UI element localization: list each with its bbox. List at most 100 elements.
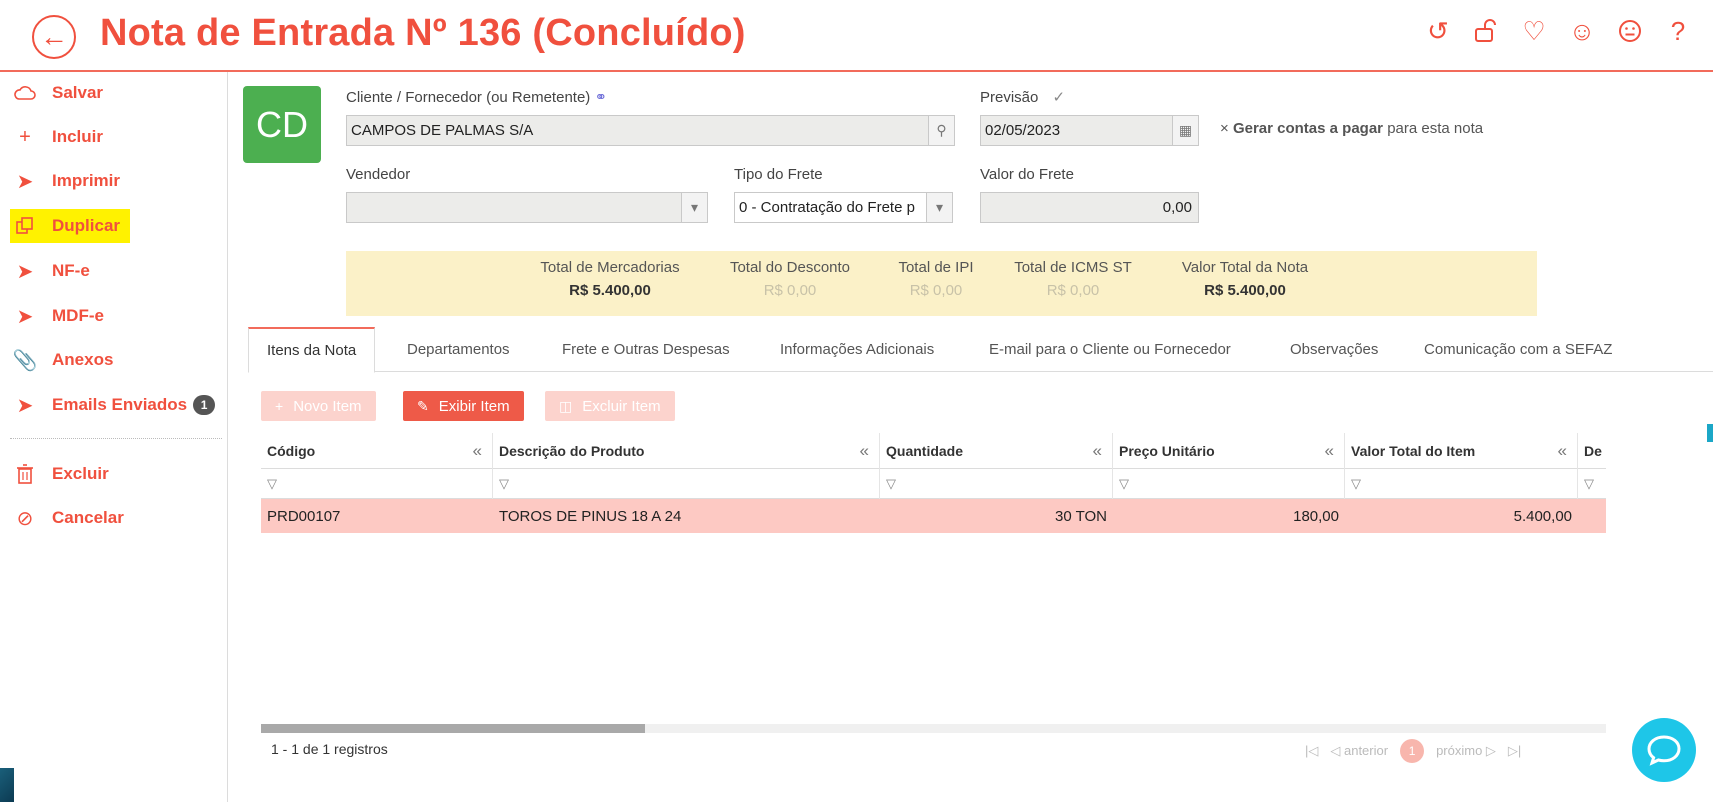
collapse-icon[interactable]: « <box>1325 441 1334 461</box>
cell-descricao: TOROS DE PINUS 18 A 24 <box>499 507 682 525</box>
tab-departamentos[interactable]: Departamentos <box>407 327 510 372</box>
paperclip-icon: 📎 <box>12 349 38 372</box>
plus-icon: + <box>19 125 31 148</box>
previous-page-link[interactable]: ◁ anterior <box>1330 743 1388 759</box>
totals-panel: Total de Mercadorias R$ 5.400,00 Total d… <box>346 251 1537 316</box>
valor-frete-label: Valor do Frete <box>980 166 1074 183</box>
total-mercadorias: Total de Mercadorias R$ 5.400,00 <box>540 259 680 299</box>
tab-bar: Itens da Nota Departamentos Frete e Outr… <box>248 327 1713 373</box>
send-icon: ➤ <box>16 305 34 328</box>
chat-button[interactable] <box>1632 718 1696 782</box>
first-page-icon[interactable]: |◁ <box>1305 743 1318 759</box>
filter-icon[interactable]: ▽ <box>1345 469 1578 499</box>
collapse-icon[interactable]: « <box>860 441 869 461</box>
help-icon[interactable]: ? <box>1663 14 1693 48</box>
tab-informacoes-adicionais[interactable]: Informações Adicionais <box>780 327 934 372</box>
tipo-frete-select[interactable]: 0 - Contratação do Frete p ▾ <box>734 192 953 223</box>
send-icon: ➤ <box>16 260 34 283</box>
sidebar-item-emails-enviados[interactable]: ➤ Emails Enviados 1 <box>10 388 216 422</box>
tab-email[interactable]: E-mail para o Cliente ou Fornecedor <box>989 327 1231 372</box>
sidebar-item-incluir[interactable]: + Incluir <box>10 120 103 154</box>
filter-icon[interactable]: ▽ <box>261 469 493 499</box>
filter-icon[interactable]: ▽ <box>1113 469 1345 499</box>
scrollbar-thumb[interactable] <box>261 724 645 733</box>
collapse-icon[interactable]: « <box>1558 441 1567 461</box>
cliente-input[interactable]: CAMPOS DE PALMAS S/A ⚲ <box>346 115 955 146</box>
collapse-icon[interactable]: « <box>1093 441 1102 461</box>
exibir-item-button[interactable]: ✎ Exibir Item <box>403 391 524 421</box>
chevron-down-icon[interactable]: ▾ <box>681 193 707 222</box>
gerar-contas-link[interactable]: × Gerar contas a pagar para esta nota <box>1220 120 1483 137</box>
sidebar-item-cancelar[interactable]: ⊘ Cancelar <box>10 501 124 535</box>
search-icon[interactable]: ⚲ <box>928 116 954 145</box>
grid-header: Código « Descrição do Produto « Quantida… <box>261 433 1606 469</box>
sidebar: Salvar + Incluir ➤ Imprimir Duplicar ➤ N… <box>0 72 228 802</box>
back-arrow-icon[interactable]: ← <box>32 15 76 59</box>
tab-itens-da-nota[interactable]: Itens da Nota <box>248 327 376 373</box>
sidebar-item-mdfe[interactable]: ➤ MDF-e <box>10 299 104 333</box>
novo-item-button[interactable]: + Novo Item <box>261 391 376 421</box>
tab-frete-outras-despesas[interactable]: Frete e Outras Despesas <box>562 327 730 372</box>
last-page-icon[interactable]: ▷| <box>1508 743 1521 759</box>
previsao-label: Previsão ✓ <box>980 89 1066 106</box>
smile-icon[interactable]: ☺ <box>1567 14 1597 48</box>
cloud-icon <box>10 85 40 101</box>
pagination: |◁ ◁ anterior 1 próximo ▷ ▷| <box>1305 739 1521 763</box>
total-desconto: Total do Desconto R$ 0,00 <box>729 259 851 299</box>
tab-observacoes[interactable]: Observações <box>1290 327 1378 372</box>
cell-quantidade: 30 TON <box>1055 507 1107 525</box>
avatar: CD <box>243 86 321 163</box>
calendar-icon[interactable]: ▦ <box>1172 116 1198 145</box>
filter-icon[interactable]: ▽ <box>880 469 1113 499</box>
next-page-link[interactable]: próximo ▷ <box>1436 743 1496 759</box>
sidebar-item-imprimir[interactable]: ➤ Imprimir <box>10 164 120 198</box>
tipo-frete-label: Tipo do Frete <box>734 166 823 183</box>
copy-icon <box>10 216 40 236</box>
sidebar-item-duplicar[interactable]: Duplicar <box>10 209 131 243</box>
heart-icon[interactable]: ♡ <box>1519 14 1549 48</box>
vendedor-select[interactable]: ▾ <box>346 192 708 223</box>
horizontal-scrollbar[interactable] <box>261 724 1606 733</box>
page-number[interactable]: 1 <box>1400 739 1425 763</box>
sidebar-item-salvar[interactable]: Salvar <box>10 76 103 110</box>
unlock-icon[interactable] <box>1471 14 1501 48</box>
vendedor-label: Vendedor <box>346 166 411 183</box>
column-header-preco-unitario[interactable]: Preço Unitário « <box>1113 433 1345 469</box>
previsao-date-input[interactable]: 02/05/2023 ▦ <box>980 115 1199 146</box>
filter-icon[interactable]: ▽ <box>1578 469 1606 499</box>
column-header-desconto[interactable]: De <box>1578 433 1606 469</box>
sidebar-item-excluir[interactable]: Excluir <box>10 457 109 491</box>
column-header-codigo[interactable]: Código « <box>261 433 493 469</box>
filter-icon[interactable]: ▽ <box>493 469 880 499</box>
corner-decoration <box>0 768 14 802</box>
count-badge: 1 <box>193 395 216 415</box>
check-icon: ✓ <box>1052 89 1066 106</box>
cell-valor-total: 5.400,00 <box>1513 507 1572 525</box>
column-header-valor-total[interactable]: Valor Total do Item « <box>1345 433 1578 469</box>
close-icon: × <box>1220 120 1229 137</box>
excluir-item-button[interactable]: ◫ Excluir Item <box>545 391 675 421</box>
send-icon: ➤ <box>16 170 34 193</box>
sidebar-item-nfe[interactable]: ➤ NF-e <box>10 254 90 288</box>
valor-frete-input[interactable]: 0,00 <box>980 192 1199 223</box>
link-icon[interactable]: ⚭ <box>594 89 607 106</box>
sidebar-divider <box>10 438 222 439</box>
chevron-down-icon[interactable]: ▾ <box>926 193 952 222</box>
page-title: Nota de Entrada Nº 136 (Concluído) <box>100 12 746 54</box>
collapse-icon[interactable]: « <box>473 441 482 461</box>
trash-icon <box>10 464 40 484</box>
pencil-icon: ✎ <box>417 397 429 414</box>
neutral-face-icon[interactable] <box>1615 14 1645 48</box>
total-icms-st: Total de ICMS ST R$ 0,00 <box>1014 259 1132 299</box>
table-row[interactable]: PRD00107 TOROS DE PINUS 18 A 24 30 TON 1… <box>261 499 1606 533</box>
history-icon[interactable]: ↺ <box>1423 14 1453 48</box>
total-ipi: Total de IPI R$ 0,00 <box>898 259 974 299</box>
column-header-descricao[interactable]: Descrição do Produto « <box>493 433 880 469</box>
tab-comunicacao-sefaz[interactable]: Comunicação com a SEFAZ <box>1424 327 1612 372</box>
send-icon: ➤ <box>16 394 34 417</box>
column-header-quantidade[interactable]: Quantidade « <box>880 433 1113 469</box>
grid-filter-row: ▽ ▽ ▽ ▽ ▽ ▽ <box>261 469 1606 499</box>
sidebar-item-anexos[interactable]: 📎 Anexos <box>10 343 114 377</box>
cell-preco-unitario: 180,00 <box>1293 507 1339 525</box>
header-icon-bar: ↺ ♡ ☺ ? <box>1423 14 1693 48</box>
